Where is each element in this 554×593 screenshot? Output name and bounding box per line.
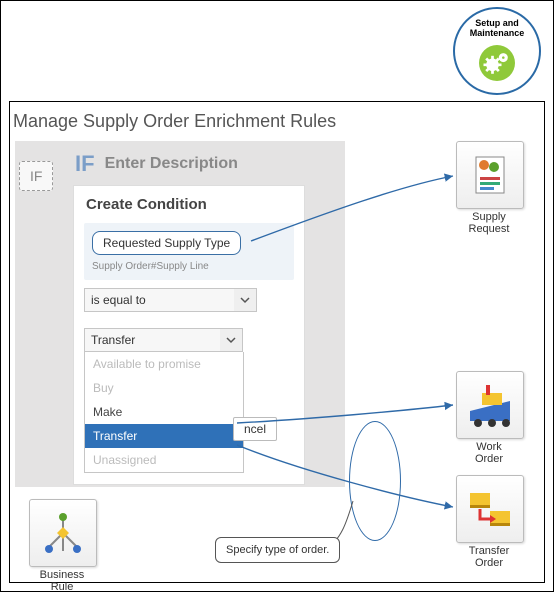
connector-arrows xyxy=(1,1,554,593)
callout-specify-type: Specify type of order. xyxy=(215,537,340,563)
